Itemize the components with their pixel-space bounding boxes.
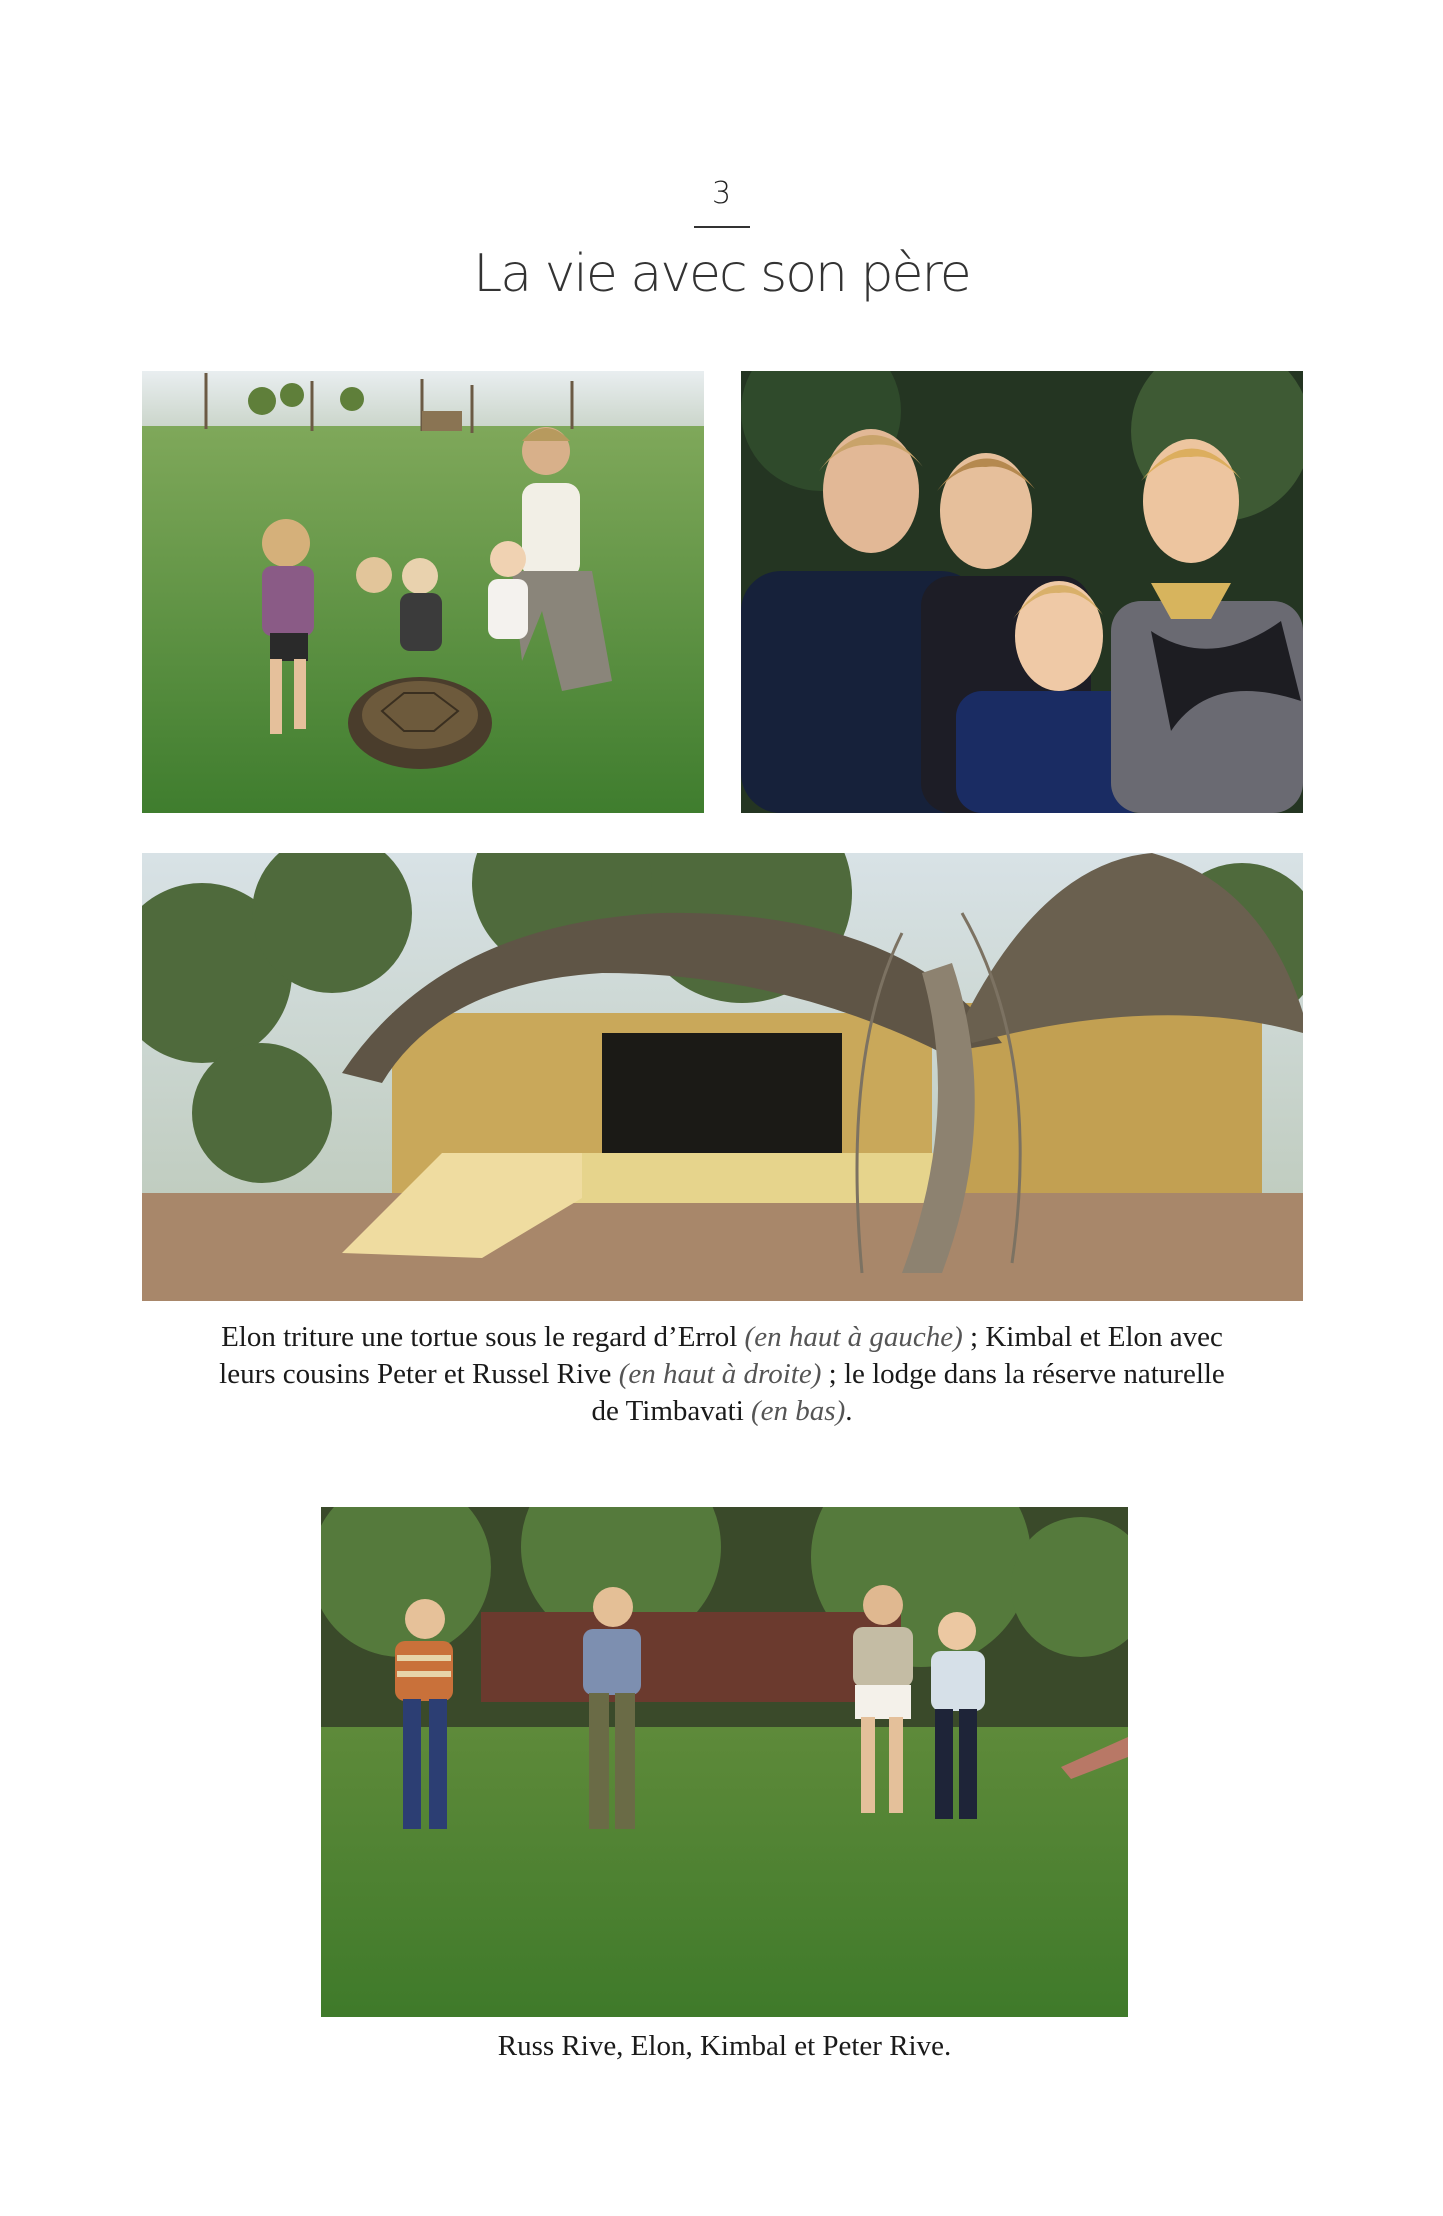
photo-cousins (741, 371, 1303, 813)
photo-lodge (142, 853, 1303, 1301)
photo-boys (321, 1507, 1128, 2017)
caption-top-location-3: (en bas) (751, 1395, 846, 1427)
caption-top-location-1: (en haut à gauche) (744, 1321, 963, 1353)
caption-top-location-2: (en haut à droite) (618, 1358, 822, 1390)
chapter-title: La vie avec son père (473, 244, 971, 304)
chapter-number: 3 (711, 176, 732, 211)
caption-top-text-4: . (845, 1395, 853, 1427)
caption-top-text-1: Elon triture une tortue sous le regard d… (221, 1321, 745, 1353)
photo-tortoise (142, 371, 704, 813)
caption-bottom: Russ Rive, Elon, Kimbal et Peter Rive. (497, 2030, 952, 2062)
caption-top: Elon triture une tortue sous le regard d… (212, 1319, 1232, 1430)
chapter-divider (694, 226, 750, 228)
